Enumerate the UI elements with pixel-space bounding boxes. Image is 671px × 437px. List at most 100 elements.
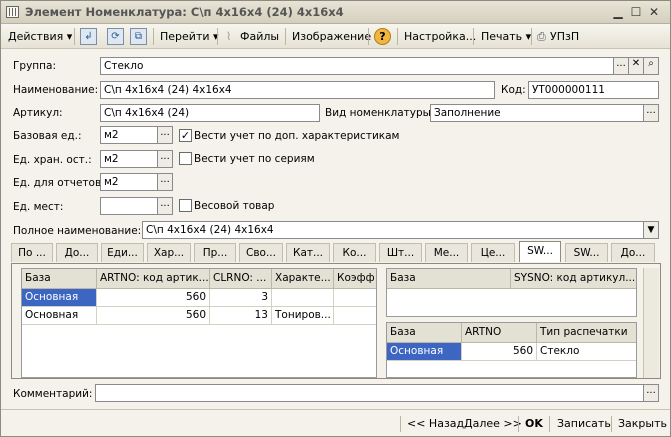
tab-6[interactable]: Сво... — [239, 243, 283, 262]
comment-select-button[interactable]: ... — [643, 384, 659, 402]
next-button[interactable]: Далее >> — [464, 415, 522, 433]
characteristics-checkbox[interactable]: ✓ — [179, 129, 192, 142]
series-label: Вести учет по сериям — [194, 153, 315, 165]
article-field[interactable]: С\п 4х16х4 (24) — [100, 104, 320, 122]
full-name-dropdown-icon[interactable]: ▼ — [643, 221, 659, 239]
weight-checkbox[interactable] — [179, 199, 192, 212]
table-cell[interactable]: Основная — [22, 289, 97, 307]
code-field[interactable]: УТ000000111 — [528, 81, 659, 99]
places-unit-field[interactable] — [100, 197, 158, 215]
tab-12[interactable]: SW... — [519, 241, 561, 262]
back-button[interactable]: << Назад — [407, 415, 464, 433]
table-cell[interactable]: Стекло — [537, 343, 636, 361]
minimize-icon[interactable]: ▁ — [610, 5, 626, 20]
settings-button[interactable]: Настройка... — [401, 27, 479, 46]
table-cell[interactable]: 560 — [462, 343, 537, 361]
sysno-grid: База SYSNO: код артикул... — [386, 268, 637, 317]
print-menu[interactable]: Печать ▾ — [478, 27, 534, 46]
series-checkbox[interactable] — [179, 152, 192, 165]
grid-header[interactable]: ARTNO: код артик... — [97, 269, 210, 289]
ok-button[interactable]: OK — [525, 415, 543, 433]
comment-label: Комментарий: — [13, 388, 93, 400]
grid-header[interactable]: ARTNO — [462, 323, 537, 343]
table-cell[interactable]: 13 — [210, 307, 272, 325]
tab-1[interactable]: По ... — [11, 243, 53, 262]
close-button[interactable]: Закрыть — [618, 415, 667, 433]
article-label: Артикул: — [13, 107, 63, 119]
base-unit-field[interactable]: м2 — [100, 126, 158, 144]
copy-icon[interactable]: ⧉ — [130, 28, 147, 45]
table-cell[interactable]: Основная — [22, 307, 97, 325]
tab-5[interactable]: Пр... — [194, 243, 236, 262]
storage-unit-label: Ед. хран. ост.: — [13, 154, 92, 166]
group-open-icon[interactable]: ⌕ — [643, 57, 659, 75]
group-field[interactable]: Стекло — [100, 57, 614, 75]
maximize-icon[interactable]: ☐ — [628, 5, 644, 20]
help-icon[interactable]: ? — [374, 28, 391, 45]
characteristics-label: Вести учет по доп. характеристикам — [194, 130, 400, 142]
tab-9[interactable]: Шт... — [379, 243, 422, 262]
close-icon[interactable]: ✕ — [646, 5, 662, 20]
tab-7[interactable]: Кат... — [286, 243, 330, 262]
group-clear-icon[interactable]: ✕ — [628, 57, 644, 75]
print-type-grid: База ARTNO Тип распечатки Основная 560 С… — [386, 322, 637, 378]
actions-menu[interactable]: Действия ▾ — [5, 27, 75, 46]
goto-menu[interactable]: Перейти ▾ — [157, 27, 222, 46]
report-unit-select-button[interactable]: ... — [157, 173, 173, 191]
window-title: Элемент Номенклатура: С\п 4х16х4 (24) 4х… — [25, 5, 344, 19]
kind-label: Вид номенклатуры: — [325, 107, 435, 119]
report-unit-field[interactable]: м2 — [100, 173, 158, 191]
files-clip-icon: ⌇ — [226, 30, 232, 43]
grid-header[interactable]: Тип распечатки — [537, 323, 636, 343]
grid-header[interactable]: База — [387, 269, 511, 289]
base-unit-select-button[interactable]: ... — [157, 126, 173, 144]
tab-panel: База ARTNO: код артик... CLRNO: ... Хара… — [11, 263, 661, 379]
image-button[interactable]: Изображение — [289, 27, 374, 46]
grid-header[interactable]: База — [22, 269, 97, 289]
goto-label: Перейти — [160, 30, 210, 43]
upzp-button[interactable]: УПзП — [547, 27, 582, 46]
tab-11[interactable]: Це... — [471, 243, 515, 262]
tab-8[interactable]: Ко... — [333, 243, 376, 262]
panel-scrollbar[interactable] — [643, 268, 659, 378]
base-unit-label: Базовая ед.: — [13, 130, 82, 142]
weight-label: Весовой товар — [194, 200, 275, 212]
artno-grid: База ARTNO: код артик... CLRNO: ... Хара… — [21, 268, 377, 378]
places-unit-select-button[interactable]: ... — [157, 197, 173, 215]
refresh-icon[interactable]: ⟳ — [107, 28, 124, 45]
grid-header[interactable]: База — [387, 323, 462, 343]
title-bar: Элемент Номенклатура: С\п 4х16х4 (24) 4х… — [1, 1, 670, 24]
tab-2[interactable]: До... — [56, 243, 98, 262]
table-cell[interactable]: Тониров... — [272, 307, 334, 325]
table-cell[interactable]: Основная — [387, 343, 462, 361]
files-button[interactable]: Файлы — [237, 27, 282, 46]
grid-header[interactable]: Коэфф — [334, 269, 376, 289]
storage-unit-select-button[interactable]: ... — [157, 150, 173, 168]
group-label: Группа: — [13, 60, 56, 72]
comment-field[interactable] — [95, 384, 644, 402]
full-name-label: Полное наименование: — [13, 225, 142, 237]
group-select-button[interactable]: ... — [613, 57, 629, 75]
table-cell[interactable]: 560 — [97, 307, 210, 325]
tab-10[interactable]: Ме... — [425, 243, 468, 262]
grid-header[interactable]: SYSNO: код артикул... — [511, 269, 636, 289]
print-label: Печать — [481, 30, 523, 43]
save-button[interactable]: Записать — [557, 415, 611, 433]
name-field[interactable]: С\п 4х16х4 (24) 4х16х4 — [100, 81, 495, 99]
table-cell[interactable] — [334, 289, 376, 307]
storage-unit-field[interactable]: м2 — [100, 150, 158, 168]
grid-header[interactable]: Характе... — [272, 269, 334, 289]
save-to-list-icon[interactable]: ↲ — [80, 28, 97, 45]
tab-13[interactable]: SW... — [565, 243, 608, 262]
table-cell[interactable]: 3 — [210, 289, 272, 307]
table-cell[interactable] — [272, 289, 334, 307]
tab-3[interactable]: Еди... — [101, 243, 144, 262]
kind-field[interactable]: Заполнение — [430, 104, 644, 122]
table-cell[interactable] — [334, 307, 376, 325]
tab-4[interactable]: Хар... — [147, 243, 191, 262]
kind-select-button[interactable]: ... — [643, 104, 659, 122]
tab-14[interactable]: До... — [611, 243, 655, 262]
grid-header[interactable]: CLRNO: ... — [210, 269, 272, 289]
table-cell[interactable]: 560 — [97, 289, 210, 307]
full-name-field[interactable]: С\п 4х16х4 (24) 4х16х4 — [142, 221, 644, 239]
